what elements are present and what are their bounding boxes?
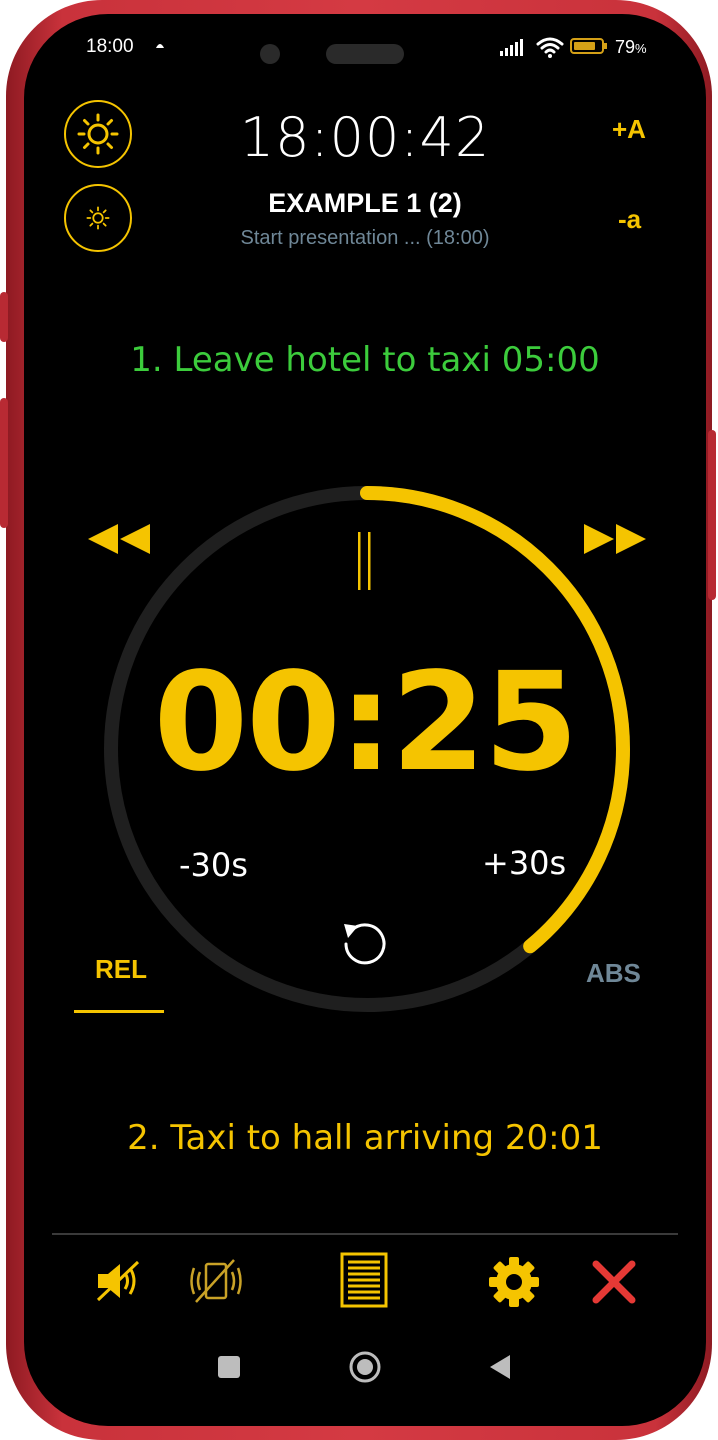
plus-30s-button[interactable]: +30s xyxy=(482,844,566,882)
tab-rel-indicator xyxy=(74,1010,164,1013)
back-icon[interactable] xyxy=(488,1354,512,1380)
home-icon[interactable] xyxy=(348,1350,382,1384)
next-step-label: 2. Taxi to hall arriving 20:01 xyxy=(127,1118,603,1158)
gear-icon[interactable] xyxy=(488,1256,540,1308)
battery-tip xyxy=(604,43,607,49)
wifi-icon xyxy=(536,37,564,58)
minus-30s-button[interactable]: -30s xyxy=(179,846,248,884)
volume-down-key xyxy=(0,398,8,528)
battery-percent: 79% xyxy=(615,37,647,57)
volume-up-key xyxy=(0,292,8,342)
tab-rel[interactable]: REL xyxy=(95,954,147,985)
power-key xyxy=(708,430,716,600)
current-step-label: 1. Leave hotel to taxi 05:00 xyxy=(130,340,600,380)
next-step-button[interactable] xyxy=(582,522,648,556)
list-icon[interactable] xyxy=(340,1252,388,1308)
phone-frame: 18:00 79% 18:00:42 EXAMPLE 1 (2) Start p… xyxy=(0,0,716,1440)
vibrate-off-icon[interactable] xyxy=(190,1258,242,1304)
toolbar-divider xyxy=(52,1233,678,1235)
font-decrease-button[interactable]: -a xyxy=(618,204,641,235)
status-time: 18:00 xyxy=(86,36,134,57)
pause-icon[interactable] xyxy=(354,532,376,590)
tab-abs[interactable]: ABS xyxy=(586,958,641,989)
notification-icon xyxy=(156,44,164,48)
close-icon[interactable] xyxy=(592,1260,636,1304)
previous-step-button[interactable] xyxy=(86,522,152,556)
font-increase-button[interactable]: +A xyxy=(612,114,646,145)
battery-icon xyxy=(570,38,604,54)
current-clock: 18:00:42 xyxy=(239,106,491,169)
front-camera xyxy=(260,44,280,64)
recent-apps-icon[interactable] xyxy=(218,1356,240,1378)
mute-icon[interactable] xyxy=(94,1258,144,1304)
signal-icon xyxy=(500,39,523,56)
reset-icon[interactable] xyxy=(338,916,392,970)
page-subtitle: Start presentation ... (18:00) xyxy=(240,227,490,249)
page-title: EXAMPLE 1 (2) xyxy=(268,188,462,218)
battery-level-fill xyxy=(574,42,595,50)
earpiece xyxy=(326,44,404,64)
app-screen: 18:00 79% 18:00:42 EXAMPLE 1 (2) Start p… xyxy=(24,14,706,1426)
countdown-display: 00:25 xyxy=(153,644,579,802)
